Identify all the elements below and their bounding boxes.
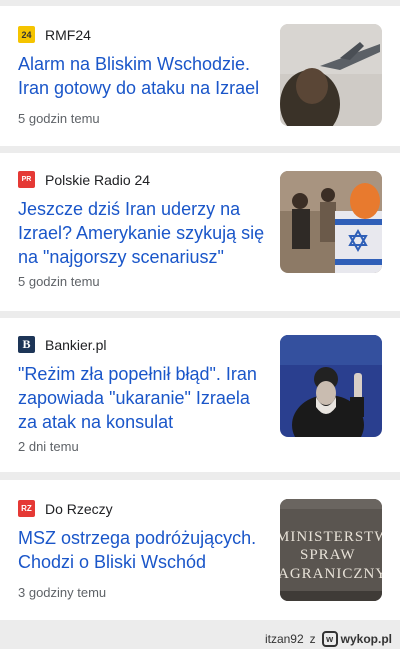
separator-text: z [309,631,316,646]
headline-link[interactable]: "Reżim zła popełnił błąd". Iran zapowiad… [18,362,268,434]
timestamp: 3 godziny temu [18,585,107,600]
do-rzeczy-logo: RZ [18,500,35,517]
source-row: B Bankier.pl [18,336,106,353]
headline-link[interactable]: Jeszcze dziś Iran uderzy na Izrael? Amer… [18,197,268,269]
headline-link[interactable]: MSZ ostrzega podróżujących. Chodzi o Bli… [18,526,268,574]
article-thumbnail[interactable] [280,335,382,437]
wykop-icon: w [321,630,338,647]
article-thumbnail[interactable] [280,24,382,126]
news-card[interactable]: B Bankier.pl "Reżim zła popełnił błąd". … [0,318,400,472]
source-row: RZ Do Rzeczy [18,500,113,517]
article-thumbnail[interactable]: MINISTERSTW SPRAW AGRANICZNY [280,499,382,601]
wykop-logo: w wykop.pl [321,630,392,647]
bankier-logo: B [18,336,35,353]
watermark-bar: itzan92 z w wykop.pl [0,628,400,649]
source-name: Do Rzeczy [45,500,113,517]
source-row: 24 RMF24 [18,26,91,43]
news-card[interactable]: 24 RMF24 Alarm na Bliskim Wschodzie. Ira… [0,6,400,146]
ministry-sign-line-3: AGRANICZNY [280,566,382,582]
polskie-radio-logo: PR [18,171,35,188]
ministry-sign-line-2: SPRAW [300,547,355,563]
rmf24-logo: 24 [18,26,35,43]
source-name: Bankier.pl [45,336,107,353]
ministry-sign-line-1: MINISTERSTW [280,529,382,545]
headline-link[interactable]: Alarm na Bliskim Wschodzie. Iran gotowy … [18,52,268,100]
article-thumbnail[interactable] [280,171,382,273]
source-name: RMF24 [45,26,91,43]
timestamp: 5 godzin temu [18,274,100,289]
news-card[interactable]: RZ Do Rzeczy MSZ ostrzega podróżujących.… [0,480,400,620]
timestamp: 2 dni temu [18,439,79,454]
username: itzan92 [264,631,304,646]
source-name: Polskie Radio 24 [45,171,151,188]
news-card[interactable]: PR Polskie Radio 24 Jeszcze dziś Iran ud… [0,153,400,311]
timestamp: 5 godzin temu [18,111,100,126]
brand-name: wykop.pl [340,631,392,646]
source-row: PR Polskie Radio 24 [18,171,150,188]
